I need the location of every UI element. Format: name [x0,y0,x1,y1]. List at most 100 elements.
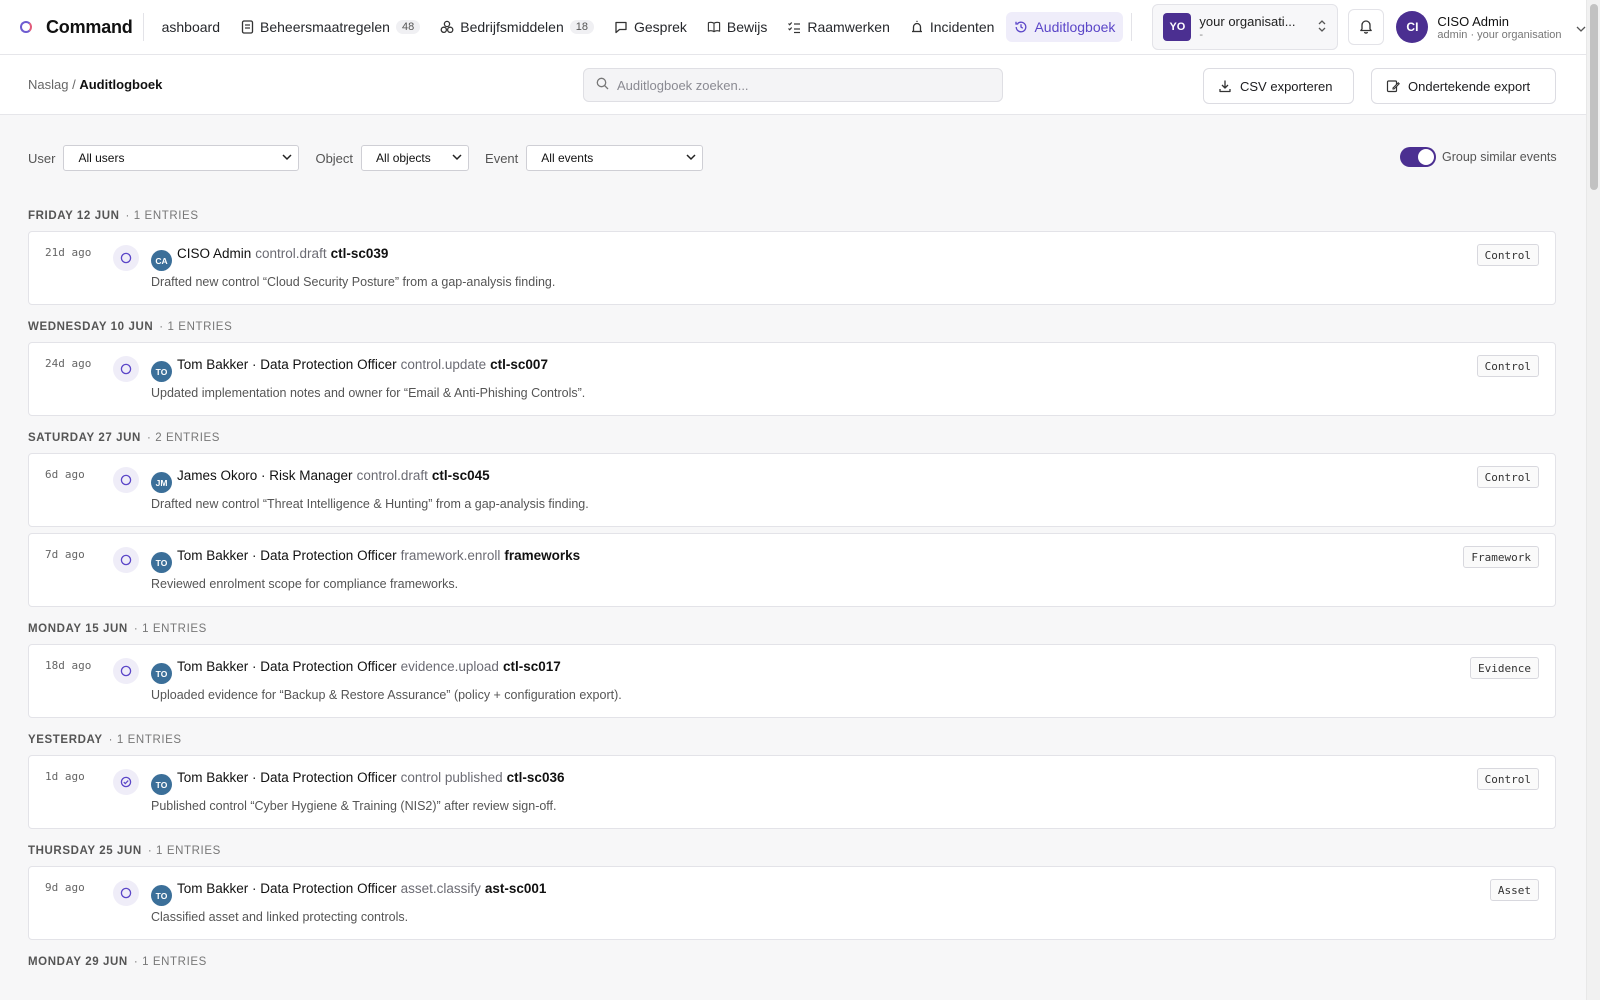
entry-description: Reviewed enrolment scope for compliance … [151,577,459,591]
entry-headline: James Okoro · Risk Manager control.draft c… [177,468,490,483]
nav-item-label: Raamwerken [807,19,890,35]
entry-object-id[interactable]: ctl-sc036 [507,770,565,785]
day-entry-count: · 1 ENTRIES [108,734,182,746]
log-entry[interactable]: 6d ago JM James Okoro · Risk Manager contro… [28,453,1556,527]
nav-item-label: Incidenten [929,19,995,35]
entry-relative-time: 1d ago [45,770,85,783]
nav-item-chat[interactable]: Gesprek [606,12,695,42]
day-group-label: THURSDAY 25 JUN · 1 ENTRIES [28,845,221,857]
entry-actor[interactable]: Tom Bakker · Data Protection Officer [177,881,397,896]
entry-description: Updated implementation notes and owner f… [151,386,586,400]
day-label-text: MONDAY 15 JUN [28,623,128,635]
scrollbar-thumb[interactable] [1590,4,1598,190]
nav-item-dashboard[interactable]: ashboard [154,12,228,42]
group-similar-toggle-wrap: Group similar events [1400,147,1557,167]
object-filter-select[interactable]: All objects [361,145,470,171]
log-entry[interactable]: 1d ago TO Tom Bakker · Data Protection Off… [28,755,1556,829]
circle-icon [113,658,139,684]
entry-headline: Tom Bakker · Data Protection Officer cont… [177,357,548,372]
export-csv-label: CSV exporteren [1240,78,1333,94]
circle-icon [113,880,139,906]
assets-icon [440,20,454,34]
download-icon [1218,79,1232,93]
entry-object-id[interactable]: ctl-sc017 [503,659,561,674]
circle-icon [113,245,139,271]
chat-bubble-icon [614,20,628,34]
entry-object-id[interactable]: ast-sc001 [485,881,547,896]
entry-description: Drafted new control “Threat Intelligence… [151,497,589,511]
user-menu[interactable]: CI CISO Admin admin · your organisation [1396,11,1586,43]
nav-item-label: ashboard [161,19,220,35]
object-filter-value: All objects [376,151,431,165]
entry-actor[interactable]: Tom Bakker · Data Protection Officer [177,770,397,785]
user-filter-value: All users [78,151,125,165]
circle-icon [113,356,139,382]
day-group-label: YESTERDAY · 1 ENTRIES [28,734,182,746]
entry-relative-time: 9d ago [45,881,85,894]
entry-headline: Tom Bakker · Data Protection Officer fram… [177,548,580,563]
entry-description: Published control “Cyber Hygiene & Train… [151,799,557,813]
log-entry[interactable]: 24d ago TO Tom Bakker · Data Protection Of… [28,342,1556,416]
search-box[interactable] [583,68,1003,102]
circle-icon [113,467,139,493]
notifications-button[interactable] [1348,9,1385,45]
toggle-knob [1418,149,1434,165]
day-group-label: WEDNESDAY 10 JUN · 1 ENTRIES [28,321,232,333]
signed-export-label: Ondertekende export [1408,78,1531,94]
day-entry-count: · 1 ENTRIES [159,321,233,333]
entry-description: Uploaded evidence for “Backup & Restore … [151,688,622,702]
day-group-label: MONDAY 15 JUN · 1 ENTRIES [28,623,207,635]
app-title[interactable]: Command [46,17,133,38]
entry-relative-time: 24d ago [45,357,92,370]
siren-icon [910,20,924,34]
entry-headline: Tom Bakker · Data Protection Officer evid… [177,659,561,674]
entry-relative-time: 7d ago [45,548,85,561]
day-entry-count: · 2 ENTRIES [146,432,221,444]
entry-actor[interactable]: Tom Bakker · Data Protection Officer [177,659,397,674]
nav-item-label: Bedrijfsmiddelen [460,19,564,35]
entry-actor[interactable]: James Okoro · Risk Manager [177,468,353,483]
nav-item-controls[interactable]: Beheersmaatregelen 48 [232,12,428,42]
entry-object-id[interactable]: ctl-sc045 [432,468,490,483]
org-subtitle: - [1199,28,1204,41]
group-similar-label: Group similar events [1442,150,1557,164]
export-csv-button[interactable]: CSV exporteren [1203,68,1354,104]
entry-actor[interactable]: Tom Bakker · Data Protection Officer [177,548,397,563]
event-filter-select[interactable]: All events [526,145,704,171]
search-input[interactable] [617,77,977,93]
log-entry[interactable]: 21d ago CA CISO Admin control.draft ctl-sc03… [28,231,1556,305]
nav-item-assets[interactable]: Bedrijfsmiddelen 18 [432,12,602,42]
signed-export-button[interactable]: Ondertekende export [1371,68,1556,104]
breadcrumb: Naslag / Auditlogboek [28,77,162,92]
log-entry[interactable]: 7d ago TO Tom Bakker · Data Protection Off… [28,533,1556,607]
entry-action: control.draft [255,246,327,261]
user-filter-select[interactable]: All users [63,145,300,171]
entry-object-id[interactable]: frameworks [504,548,580,563]
log-entry[interactable]: 18d ago TO Tom Bakker · Data Protection Of… [28,644,1556,718]
nav-count-badge: 48 [395,20,421,34]
entry-action: control.update [400,357,487,372]
nav-item-frameworks[interactable]: Raamwerken [779,12,897,42]
nav-item-incidents[interactable]: Incidenten [902,12,1003,42]
log-entry[interactable]: 9d ago TO Tom Bakker · Data Protection Off… [28,866,1556,940]
entry-object-id[interactable]: ctl-sc039 [331,246,389,261]
nav-item-label: Bewijs [726,19,768,35]
entry-actor[interactable]: CISO Admin [177,246,251,261]
entry-object-id[interactable]: ctl-sc007 [490,357,548,372]
entry-headline: CISO Admin control.draft ctl-sc039 [177,246,388,261]
organisation-switcher[interactable]: YO your organisati... - [1152,4,1339,50]
chevron-down-icon [686,153,696,163]
page-header: Naslag / Auditlogboek CSV exporteren Ond… [0,55,1586,115]
circle-check-icon [113,769,139,795]
breadcrumb-parent[interactable]: Naslag [28,77,68,92]
avatar: TO [151,885,172,906]
nav-item-evidence[interactable]: Bewijs [699,12,775,42]
nav-item-audit-log[interactable]: Auditlogboek [1006,12,1124,42]
breadcrumb-separator: / [72,77,76,92]
nav-item-label: Auditlogboek [1034,19,1116,35]
logo-icon[interactable] [18,19,34,35]
group-similar-toggle[interactable] [1400,147,1436,167]
entry-actor[interactable]: Tom Bakker · Data Protection Officer [177,357,397,372]
scrollbar[interactable] [1586,0,1600,1000]
day-entry-count: · 1 ENTRIES [133,956,207,968]
